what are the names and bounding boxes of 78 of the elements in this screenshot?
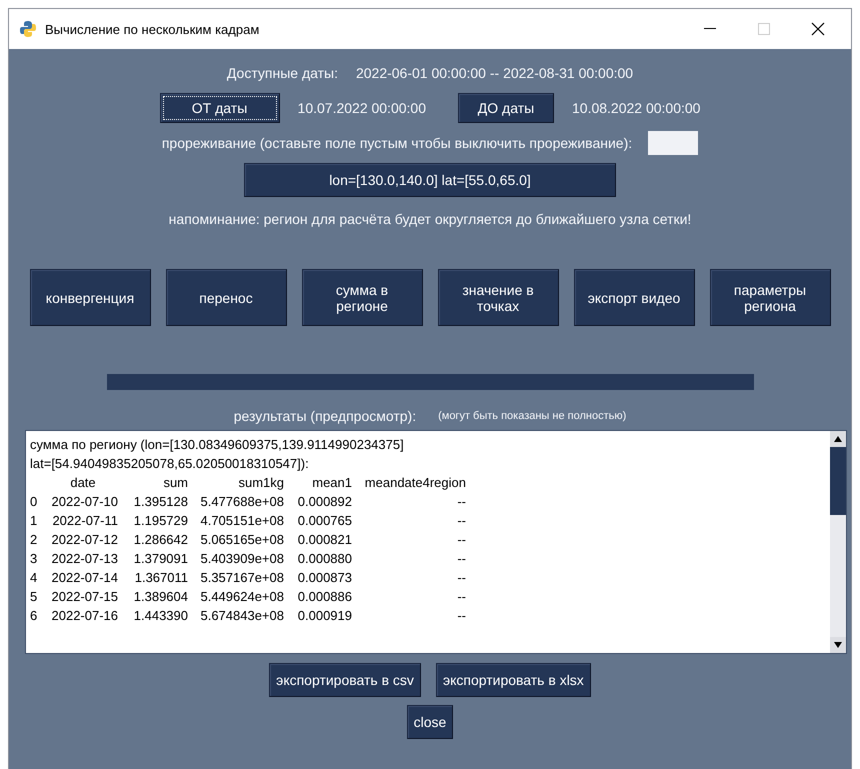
column-header: sum1kg — [237, 474, 284, 492]
scroll-up-icon[interactable] — [833, 435, 843, 443]
column-header: sum — [162, 474, 188, 492]
thinning-label: прореживание (оставьте поле пустым чтобы выключить прореживание): — [162, 135, 632, 151]
table-cell-text: 2022-07-12 — [50, 531, 118, 549]
table-cell-text: 5.403909e+08 — [199, 550, 284, 568]
table-cell-text: -- — [456, 493, 466, 511]
table-cell-text: 4.705151e+08 — [199, 512, 284, 530]
table-cell-text: 0.000765 — [296, 512, 352, 530]
table-cell-text: 0.000821 — [296, 531, 352, 549]
table-cell-text: 5.065165e+08 — [199, 531, 284, 549]
table-cell-text: 2022-07-16 — [50, 607, 118, 625]
table-cell-text: 1.379091 — [132, 550, 188, 568]
reminder-text: напоминание: регион для расчёта будет округляется до ближайшего узла сетки! — [168, 211, 692, 227]
window-title: Вычисление по нескольким кадрам — [45, 22, 260, 36]
table-cell-text: 0 — [30, 493, 38, 511]
table-cell-text: 5.674843e+08 — [199, 607, 284, 625]
action-button[interactable]: значение в точках — [438, 269, 558, 326]
table-cell-text: 0.000892 — [296, 493, 352, 511]
table-cell-text: 0.000873 — [296, 569, 352, 587]
table-cell-text: 0.000886 — [296, 588, 352, 606]
minimize-icon[interactable] — [704, 28, 716, 30]
table-cell-text: 1 — [30, 512, 38, 530]
close-icon[interactable] — [811, 22, 825, 36]
table-cell-text: 2022-07-15 — [50, 588, 118, 606]
table-cell-text: 2022-07-10 — [50, 493, 118, 511]
available-dates-range: 2022-06-01 00:00:00 -- 2022-08-31 00:00:00 — [356, 65, 634, 81]
table-cell-text: 1.367011 — [134, 569, 188, 587]
close-button[interactable]: close — [406, 705, 454, 739]
action-button[interactable]: перенос — [166, 269, 286, 326]
results-header-line: сумма по региону (lon=[130.08349609375,139.9114990234375] — [30, 436, 405, 454]
to-date-button[interactable]: ДО даты — [458, 93, 554, 123]
table-cell-text: -- — [456, 531, 466, 549]
table-cell-text: -- — [456, 550, 466, 568]
action-button[interactable]: параметры региона — [710, 269, 830, 326]
table-cell-text: 1.195729 — [132, 512, 188, 530]
table-cell-text: 1.443390 — [132, 607, 188, 625]
table-cell-text: 5.449624e+08 — [199, 588, 284, 606]
table-cell-text: -- — [456, 607, 466, 625]
table-cell-text: 2022-07-11 — [51, 512, 118, 530]
table-cell-text: 2022-07-13 — [50, 550, 118, 568]
column-header: date — [69, 474, 97, 492]
export-button[interactable]: экспортировать в xlsx — [436, 663, 591, 697]
export-button[interactable]: экспортировать в csv — [269, 663, 421, 697]
from-date-value: 10.07.2022 00:00:00 — [298, 100, 426, 116]
table-cell-text: -- — [456, 512, 466, 530]
table-cell-text: 3 — [30, 550, 38, 568]
action-button[interactable]: конвергенция — [30, 269, 150, 326]
table-cell-text: 5 — [30, 588, 38, 606]
results-label: результаты (предпросмотр): — [234, 408, 416, 424]
results-text-area[interactable] — [25, 430, 847, 654]
table-cell-text: 0.000880 — [296, 550, 352, 568]
table-cell-text: 5.477688e+08 — [199, 493, 284, 511]
scroll-down-icon[interactable] — [833, 641, 843, 649]
available-dates-label: Доступные даты: — [226, 65, 338, 81]
results-header-line: lat=[54.94049835205078,65.02050018310547]): — [30, 455, 310, 473]
python-logo-icon — [19, 20, 37, 38]
table-cell-text: 1.286642 — [132, 531, 188, 549]
column-header: mean1 — [311, 474, 352, 492]
table-cell-text: 5.357167e+08 — [199, 569, 284, 587]
action-button[interactable]: сумма в регионе — [302, 269, 422, 326]
table-cell-text: 1.395128 — [132, 493, 188, 511]
to-date-value: 10.08.2022 00:00:00 — [572, 100, 700, 116]
scrollbar[interactable] — [830, 431, 846, 653]
table-cell-text: -- — [456, 588, 466, 606]
table-cell-text: 6 — [30, 607, 38, 625]
table-cell-text: -- — [456, 569, 466, 587]
table-cell-text: 2022-07-14 — [50, 569, 118, 587]
results-note: (могут быть показаны не полностью) — [438, 410, 626, 422]
action-button[interactable]: экспорт видео — [574, 269, 694, 326]
thinning-field[interactable] — [648, 131, 698, 155]
table-cell-text: 4 — [30, 569, 38, 587]
from-date-button[interactable]: ОТ даты — [160, 93, 280, 123]
column-header: meandate4region — [364, 474, 466, 492]
table-cell-text: 0.000919 — [296, 607, 352, 625]
region-button[interactable]: lon=[130.0,140.0] lat=[55.0,65.0] — [244, 163, 616, 197]
table-cell-text: 2 — [30, 531, 38, 549]
table-cell-text: 1.389604 — [132, 588, 188, 606]
